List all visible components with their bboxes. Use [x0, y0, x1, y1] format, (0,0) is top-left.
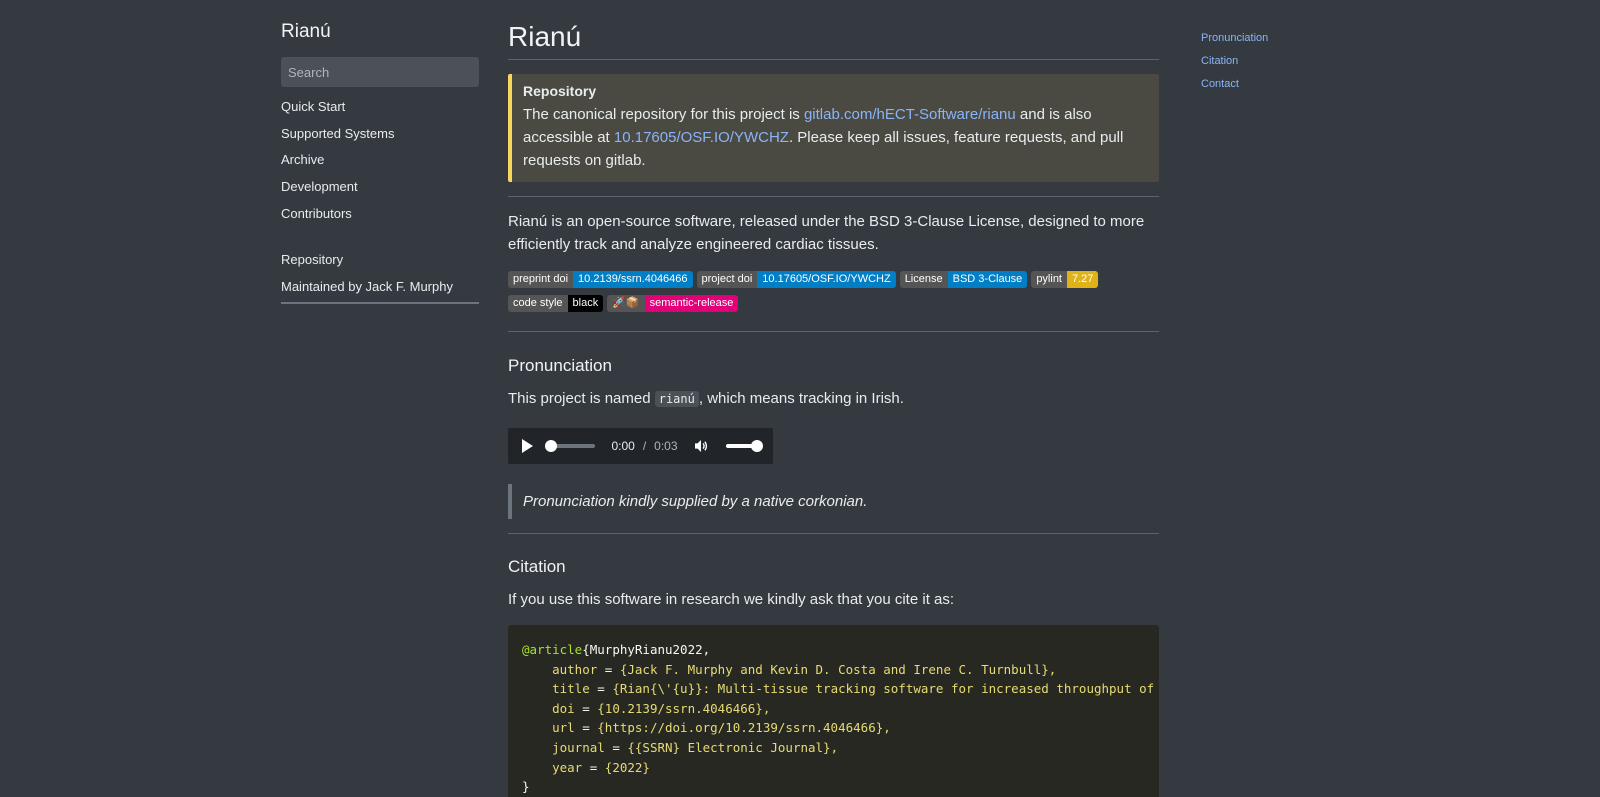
bibtex-entry-key: {MurphyRianu2022, [582, 642, 711, 657]
toc-item-pronunciation[interactable]: Pronunciation [1201, 31, 1268, 54]
badge-label: License [899, 271, 948, 288]
badge-code-style[interactable]: code style black [508, 295, 604, 312]
divider-1 [508, 196, 1159, 197]
osf-link[interactable]: 10.17605/OSF.IO/YWCHZ [614, 129, 789, 146]
seek-handle[interactable] [545, 439, 557, 452]
bibtex-field-key: title [552, 681, 590, 697]
bibtex-closing: } [522, 779, 530, 795]
badge-pylint[interactable]: pylint 7.27 [1031, 271, 1099, 288]
badge-value: 10.17605/OSF.IO/YWCHZ [757, 271, 896, 288]
badge-value: 10.2139/ssrn.4046466 [573, 271, 693, 288]
audio-duration: 0:03 [654, 438, 678, 453]
badge-value: black [567, 295, 604, 312]
volume-icon[interactable] [694, 439, 709, 453]
badge-value: semantic-release [644, 295, 739, 312]
sidebar: Rianú Quick Start Supported Systems Arch… [281, 0, 479, 305]
sidebar-item-archive[interactable]: Archive [281, 152, 479, 179]
badge-label: preprint doi [508, 271, 574, 288]
badge-preprint-doi[interactable]: preprint doi 10.2139/ssrn.4046466 [508, 271, 693, 288]
pronunciation-text: This project is named rianú, which means… [508, 388, 1159, 411]
bibtex-field-key: author [552, 661, 598, 677]
bibtex-field-value: {Jack F. Murphy and Kevin D. Costa and I… [619, 661, 1057, 677]
badge-semantic-release[interactable]: 🚀📦 semantic-release [607, 295, 739, 312]
pronunciation-text-after: , which means tracking in Irish. [698, 390, 904, 407]
bibtex-field-value: {https://doi.org/10.2139/ssrn.4046466}, [597, 720, 891, 736]
title-divider [508, 59, 1159, 60]
bibtex-field-key: year [552, 759, 583, 775]
toc-link[interactable]: Pronunciation [1201, 32, 1268, 44]
admonition-title: Repository [523, 83, 597, 99]
sidebar-item-quick-start[interactable]: Quick Start [281, 99, 479, 126]
bibtex-field-value: {Rian{\'{u}}: Multi-tissue tracking soft… [612, 681, 1155, 697]
divider-3 [508, 532, 1159, 534]
bibtex-field-value: {2022} [604, 759, 650, 775]
bibtex-field-key: journal [552, 739, 605, 755]
play-icon[interactable] [522, 438, 533, 453]
sidebar-item-contributors[interactable]: Contributors [281, 206, 479, 233]
divider-2 [508, 331, 1159, 332]
intro-text: Rianú is an open-source software, releas… [508, 213, 1145, 253]
volume-handle[interactable] [751, 439, 763, 452]
citation-code-block[interactable]: @article{MurphyRianu2022, author = {Jack… [508, 625, 1159, 797]
citation-heading: Citation [508, 556, 566, 576]
badge-value: 7.27 [1067, 271, 1099, 288]
sidebar-divider [281, 302, 479, 305]
page-toc: Pronunciation Citation Contact [1201, 31, 1268, 100]
badge-license[interactable]: License BSD 3-Clause [899, 271, 1028, 288]
volume-slider[interactable] [726, 439, 763, 452]
admonition-text-1: The canonical repository for this projec… [523, 106, 804, 123]
toc-link[interactable]: Contact [1201, 78, 1239, 90]
sidebar-item-development[interactable]: Development [281, 179, 479, 206]
audio-player: 0:00 / 0:03 [508, 427, 773, 464]
badge-value: BSD 3-Clause [947, 271, 1028, 288]
admonition-text: The canonical repository for this projec… [523, 103, 1145, 172]
page-title: Rianú [508, 21, 582, 52]
main-content: Rianú Repository The canonical repositor… [508, 0, 1159, 797]
pronunciation-heading: Pronunciation [508, 356, 612, 375]
badge-label: pylint [1031, 271, 1067, 288]
citation-text: If you use this software in research we … [508, 590, 955, 608]
toc-item-contact[interactable]: Contact [1201, 77, 1268, 100]
badge-project-doi[interactable]: project doi 10.17605/OSF.IO/YWCHZ [696, 271, 896, 288]
bibtex-field-value: {10.2139/ssrn.4046466}, [597, 700, 771, 716]
bibtex-entry-type: @article [522, 642, 583, 657]
bibtex-field-value: {{SSRN} Electronic Journal}, [627, 739, 839, 755]
badge-label: code style [508, 295, 568, 312]
audio-current-time: 0:00 [611, 438, 635, 453]
project-name-code: rianú [654, 391, 699, 407]
gitlab-link[interactable]: gitlab.com/hECT-Software/rianu [804, 106, 1016, 123]
badge-label: project doi [696, 271, 758, 288]
page: Rianú Quick Start Supported Systems Arch… [0, 0, 1600, 797]
pronunciation-text-before: This project is named [508, 390, 655, 407]
bibtex-field-key: doi [552, 700, 575, 716]
toc-link[interactable]: Citation [1201, 55, 1238, 67]
bibtex-field-key: url [552, 720, 575, 736]
audio-seek-slider[interactable] [545, 439, 596, 452]
sidebar-item-supported-systems[interactable]: Supported Systems [281, 126, 479, 153]
search-input[interactable] [281, 57, 479, 87]
sidebar-links: Repository Maintained by Jack F. Murphy [281, 252, 479, 305]
rocket-package-icon: 🚀📦 [607, 295, 645, 312]
sidebar-nav: Quick Start Supported Systems Archive De… [281, 99, 479, 232]
badges: preprint doi 10.2139/ssrn.4046466 project… [508, 271, 1159, 312]
sidebar-link-repository[interactable]: Repository [281, 252, 479, 279]
audio-time-separator: / [642, 438, 647, 453]
site-title[interactable]: Rianú [281, 21, 479, 43]
pronunciation-credit-quote: Pronunciation kindly supplied by a nativ… [508, 483, 1159, 519]
repository-admonition: Repository The canonical repository for … [508, 74, 1159, 182]
toc-item-citation[interactable]: Citation [1201, 54, 1268, 77]
